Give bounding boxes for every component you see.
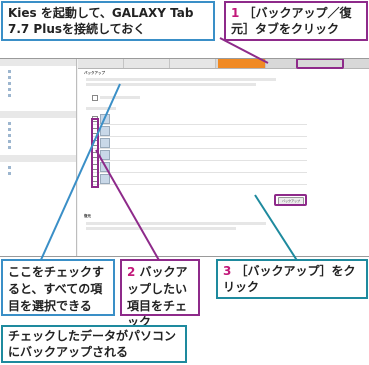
line-step2 (95, 149, 161, 263)
callout-step3: 3 ［バックアップ］をクリック (216, 259, 368, 299)
result-text: チェックしたデータがパソコンにバックアップされる (8, 329, 177, 359)
callout-step2: 2 バックアップしたい項目をチェック (120, 259, 200, 329)
callout-connect: Kies を起動して、GALAXY Tab 7.7 Plusを接続しておく (1, 1, 215, 41)
step1-text: ［バックアップ／復元］タブをクリック (231, 6, 352, 36)
select-all-text: ここをチェックすると、すべての項目を選択できる (8, 265, 105, 313)
callout-connect-text: Kies を起動して、GALAXY Tab 7.7 Plusを接続しておく (8, 6, 194, 36)
step3-text: ［バックアップ］をクリック (223, 264, 356, 294)
callout-step1: 1 ［バックアップ／復元］タブをクリック (224, 1, 368, 41)
step2-number: 2 (127, 265, 136, 279)
line-step3 (254, 194, 299, 263)
callout-select-all: ここをチェックすると、すべての項目を選択できる (1, 259, 115, 316)
step3-number: 3 (223, 264, 232, 278)
callout-result: チェックしたデータがパソコンにバックアップされる (1, 325, 187, 363)
step1-number: 1 (231, 6, 240, 20)
line-step1 (219, 37, 269, 64)
